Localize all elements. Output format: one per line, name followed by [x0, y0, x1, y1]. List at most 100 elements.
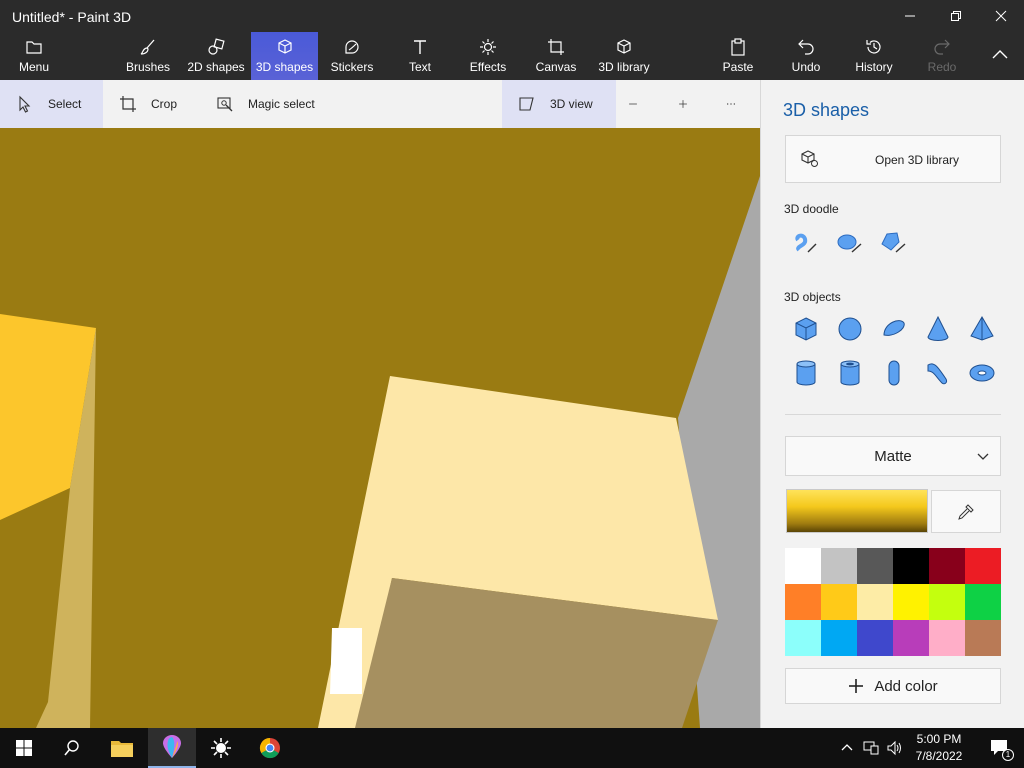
color-swatch[interactable] — [893, 548, 929, 584]
paint-3d-taskbar-button[interactable] — [148, 728, 196, 768]
chrome-button[interactable] — [246, 728, 294, 768]
color-swatch[interactable] — [785, 548, 821, 584]
tab-3d-library[interactable]: 3D library — [594, 32, 654, 80]
tube-shape-button[interactable] — [833, 356, 867, 390]
drawing-canvas[interactable] — [0, 128, 760, 728]
current-color-swatch[interactable] — [786, 489, 928, 533]
tab-text[interactable]: Text — [396, 32, 444, 80]
undo-label: Undo — [791, 60, 821, 74]
network-icon — [863, 741, 879, 755]
tube-doodle-button[interactable] — [876, 225, 910, 259]
color-swatch[interactable] — [821, 620, 857, 656]
color-swatch[interactable] — [821, 548, 857, 584]
redo-button[interactable]: Redo — [920, 32, 964, 80]
color-swatch[interactable] — [929, 548, 965, 584]
brush-icon — [140, 39, 155, 55]
minimize-icon — [905, 15, 915, 17]
color-swatch[interactable] — [821, 584, 857, 620]
color-swatch[interactable] — [785, 620, 821, 656]
donut-icon — [969, 364, 995, 382]
soft-edge-doodle-button[interactable] — [832, 225, 866, 259]
tab-stickers[interactable]: Stickers — [324, 32, 380, 80]
minimize-button[interactable] — [887, 0, 933, 32]
volume-button[interactable] — [883, 728, 907, 768]
brightness-app-button[interactable] — [197, 728, 245, 768]
chrome-icon — [259, 737, 280, 759]
color-swatch[interactable] — [893, 620, 929, 656]
crop-tool[interactable]: Crop — [119, 80, 199, 128]
color-swatch[interactable] — [893, 584, 929, 620]
paste-button[interactable]: Paste — [716, 32, 760, 80]
system-clock[interactable]: 5:00 PM 7/8/2022 — [910, 731, 968, 765]
soft-doodle-icon — [837, 234, 862, 253]
eyedropper-button[interactable] — [931, 490, 1001, 533]
tab-3d-shapes[interactable]: 3D shapes — [251, 32, 318, 80]
curved-tube-shape-button[interactable] — [921, 356, 955, 390]
history-button[interactable]: History — [850, 32, 898, 80]
cylinder-shape-button[interactable] — [789, 356, 823, 390]
sharp-edge-doodle-button[interactable] — [788, 225, 822, 259]
color-swatch[interactable] — [929, 620, 965, 656]
color-swatch[interactable] — [965, 548, 1001, 584]
color-swatch[interactable] — [965, 584, 1001, 620]
tab-2d-shapes[interactable]: 2D shapes — [184, 32, 248, 80]
paste-label: Paste — [722, 60, 754, 74]
white-highlight — [330, 628, 362, 694]
close-button[interactable] — [978, 0, 1024, 32]
select-label: Select — [48, 97, 82, 111]
menu-label: Menu — [18, 60, 50, 74]
color-swatch[interactable] — [785, 584, 821, 620]
material-dropdown[interactable]: Matte — [785, 436, 1001, 476]
notification-center-button[interactable]: 1 — [976, 728, 1024, 768]
color-swatch[interactable] — [965, 620, 1001, 656]
tab-3d-library-label: 3D library — [598, 60, 650, 74]
speaker-icon — [887, 740, 901, 756]
show-hidden-icons-button[interactable] — [836, 728, 858, 768]
zoom-in-button[interactable] — [678, 80, 702, 128]
title-bar: Untitled* - Paint 3D Menu Brushes 2D sha… — [0, 0, 1024, 80]
add-color-button[interactable]: Add color — [785, 668, 1001, 704]
donut-shape-button[interactable] — [965, 356, 999, 390]
color-swatch[interactable] — [857, 584, 893, 620]
3d-scene[interactable] — [0, 128, 760, 728]
undo-button[interactable]: Undo — [784, 32, 828, 80]
file-explorer-button[interactable] — [98, 728, 146, 768]
color-swatch[interactable] — [857, 620, 893, 656]
search-button[interactable] — [48, 728, 96, 768]
more-options-button[interactable] — [726, 80, 750, 128]
menu-button[interactable]: Menu — [8, 32, 60, 80]
minus-icon — [629, 103, 637, 105]
tab-brushes-label: Brushes — [125, 60, 171, 74]
start-button[interactable] — [0, 728, 48, 768]
folder-icon — [26, 41, 42, 54]
tab-canvas[interactable]: Canvas — [530, 32, 582, 80]
canvas-icon — [548, 39, 564, 55]
color-swatch[interactable] — [929, 584, 965, 620]
cone-shape-button[interactable] — [921, 312, 955, 346]
magic-select-tool[interactable]: Magic select — [216, 80, 336, 128]
collapse-toolbar-button[interactable] — [984, 32, 1016, 80]
redo-icon — [934, 39, 950, 55]
sphere-shape-button[interactable] — [833, 312, 867, 346]
capsule-shape-button[interactable] — [877, 356, 911, 390]
restore-button[interactable] — [933, 0, 979, 32]
color-swatch[interactable] — [857, 548, 893, 584]
sphere-icon — [838, 317, 862, 341]
select-tool[interactable]: Select — [0, 80, 103, 128]
zoom-out-button[interactable] — [628, 80, 652, 128]
tab-brushes[interactable]: Brushes — [120, 32, 176, 80]
network-button[interactable] — [859, 728, 883, 768]
pyramid-shape-button[interactable] — [965, 312, 999, 346]
paint-3d-icon — [163, 735, 181, 758]
open-3d-library-button[interactable]: Open 3D library — [785, 135, 1001, 183]
2d-shapes-icon — [208, 38, 225, 55]
clock-date: 7/8/2022 — [915, 749, 963, 763]
cone-icon — [927, 315, 949, 341]
history-label: History — [855, 60, 893, 74]
tab-effects[interactable]: Effects — [464, 32, 512, 80]
hemisphere-shape-button[interactable] — [877, 312, 911, 346]
3d-view-toggle[interactable]: 3D view — [502, 80, 616, 128]
crop-icon — [120, 96, 136, 112]
panel-title: 3D shapes — [783, 100, 870, 120]
cube-shape-button[interactable] — [789, 312, 823, 346]
